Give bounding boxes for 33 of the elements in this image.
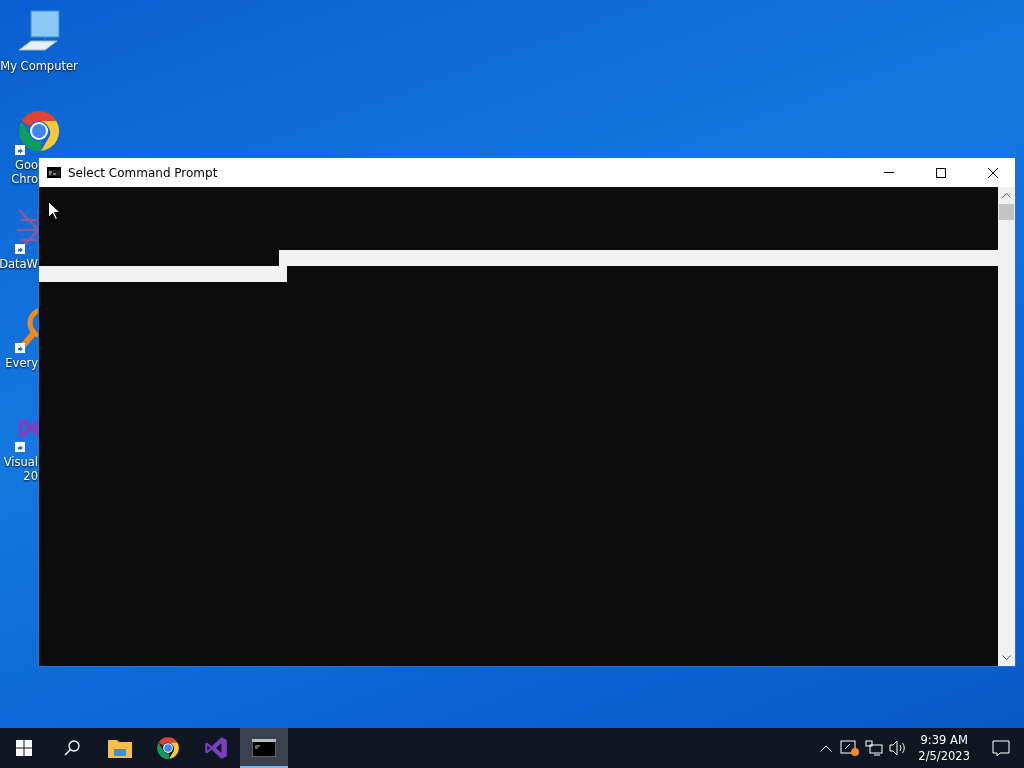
chevron-down-icon <box>1002 655 1011 660</box>
speech-bubble-icon <box>992 739 1010 757</box>
folder-icon <box>108 738 132 758</box>
search-icon <box>64 740 80 756</box>
chevron-up-icon <box>820 744 833 752</box>
taskbar-app-button[interactable] <box>240 728 288 768</box>
desktop-icon-label[interactable]: Goo <box>15 158 38 172</box>
shortcut-arrow-icon <box>15 244 25 254</box>
shortcut-arrow-icon <box>15 145 25 155</box>
clock[interactable]: 9:39 AM 2/5/2023 <box>910 728 978 768</box>
visual-studio-icon <box>203 735 229 761</box>
mouse-pointer-icon <box>48 201 60 220</box>
shortcut-arrow-icon <box>15 343 25 353</box>
minimize-icon <box>883 172 894 173</box>
close-icon <box>987 167 998 178</box>
console-icon <box>252 739 276 757</box>
chrome-icon <box>155 735 181 761</box>
window-title: Select Command Prompt <box>68 165 219 180</box>
desktop-icon-label[interactable]: Every <box>5 356 38 370</box>
desktop-icon-label[interactable]: Visual <box>3 455 38 469</box>
desktop-icon-label[interactable]: My Computer <box>0 59 78 73</box>
windows-icon <box>16 740 32 756</box>
maximize-icon <box>935 167 946 178</box>
desktop-icon-label[interactable]: DataW <box>0 257 38 271</box>
desktop-icon-label[interactable]: Chro <box>11 172 38 186</box>
clock-time: 9:39 AM <box>920 732 968 748</box>
scroll-thumb[interactable] <box>999 204 1014 220</box>
chevron-up-icon <box>1002 193 1011 198</box>
scrollbar[interactable] <box>998 187 1015 666</box>
shortcut-arrow-icon <box>15 442 25 452</box>
desktop-icon-label[interactable]: 20 <box>23 469 38 483</box>
clock-date: 2/5/2023 <box>918 748 970 764</box>
console-icon <box>47 167 61 178</box>
